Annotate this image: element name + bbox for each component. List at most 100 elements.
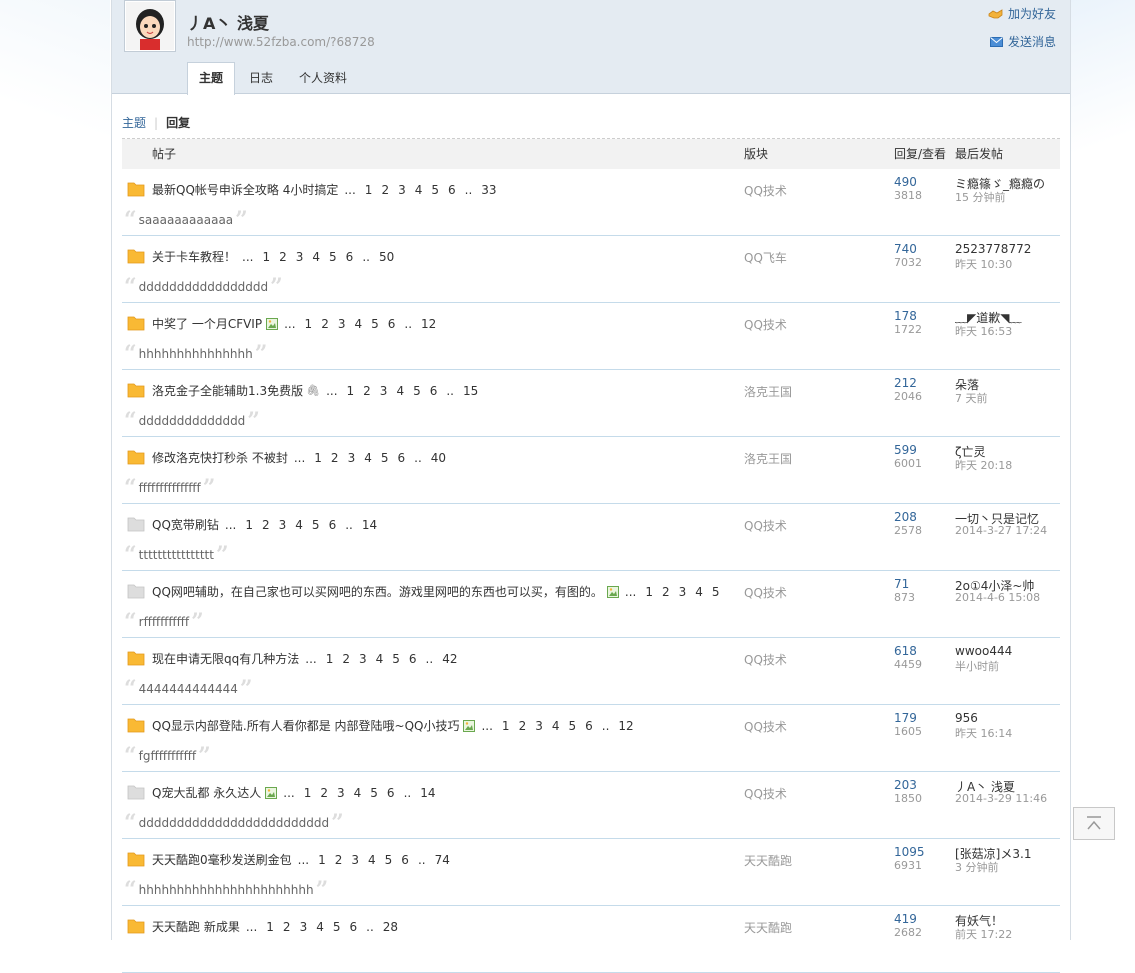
page-link[interactable]: 5 <box>312 518 320 532</box>
page-link[interactable]: 1 <box>266 920 274 934</box>
post-title-link[interactable]: QQ网吧辅助，在自己家也可以买网吧的东西。游戏里网吧的东西也可以买，有图的。 <box>152 583 603 600</box>
forum-link[interactable]: QQ技术 <box>744 718 787 735</box>
page-link[interactable]: 1 <box>318 853 326 867</box>
last-page-link[interactable]: 15 <box>463 384 478 398</box>
reply-quote-text[interactable]: hhhhhhhhhhhhhhhhhhhhhhh <box>139 883 314 897</box>
reply-quote-text[interactable]: dddddddddddddd <box>139 414 246 428</box>
reply-quote-text[interactable]: fgfffffffffff <box>139 749 196 763</box>
page-link[interactable]: 4 <box>364 451 372 465</box>
forum-link[interactable]: 天天酷跑 <box>744 852 792 869</box>
page-link[interactable]: 5 <box>381 451 389 465</box>
page-link[interactable]: 4 <box>354 317 362 331</box>
page-link[interactable]: 1 <box>326 652 334 666</box>
page-link[interactable]: 2 <box>283 920 291 934</box>
page-link[interactable]: 1 <box>645 585 653 599</box>
page-link[interactable]: 3 <box>337 786 345 800</box>
page-link[interactable]: 1 <box>262 250 270 264</box>
page-link[interactable]: 5 <box>370 786 378 800</box>
page-link[interactable]: 4 <box>312 250 320 264</box>
page-link[interactable]: 2 <box>321 317 329 331</box>
page-link[interactable]: 1 <box>304 786 312 800</box>
post-title-link[interactable]: QQ显示内部登陆.所有人看你都是 内部登陆哦~QQ小技巧 <box>152 717 459 734</box>
page-link[interactable]: 3 <box>279 518 287 532</box>
forum-link[interactable]: QQ技术 <box>744 651 787 668</box>
last-post-time[interactable]: 3 分钟前 <box>955 859 999 875</box>
forum-link[interactable]: 洛克王国 <box>744 383 792 400</box>
page-link[interactable]: 4 <box>376 652 384 666</box>
tab-topics[interactable]: 主题 <box>187 62 236 95</box>
reply-quote-text[interactable]: hhhhhhhhhhhhhhh <box>139 347 253 361</box>
page-link[interactable]: 1 <box>305 317 313 331</box>
last-post-time[interactable]: 2014-4-6 15:08 <box>955 591 1040 604</box>
page-link[interactable]: 3 <box>679 585 687 599</box>
last-poster-link[interactable]: 2523778772 <box>955 242 1031 256</box>
page-link[interactable]: 2 <box>363 384 371 398</box>
page-link[interactable]: 4 <box>552 719 560 733</box>
reply-count[interactable]: 212 <box>894 376 917 390</box>
post-title-link[interactable]: 洛克金子全能辅助1.3免费版 <box>152 382 303 399</box>
last-page-link[interactable]: 40 <box>431 451 446 465</box>
page-link[interactable]: 1 <box>502 719 510 733</box>
page-link[interactable]: 6 <box>401 853 409 867</box>
page-link[interactable]: 4 <box>396 384 404 398</box>
last-post-time[interactable]: 昨天 16:14 <box>955 725 1012 741</box>
page-link[interactable]: 6 <box>409 652 417 666</box>
last-poster-link[interactable]: 956 <box>955 711 978 725</box>
post-title-link[interactable]: 最新QQ帐号申诉全攻略 4小时搞定 <box>152 181 338 198</box>
page-link[interactable]: 3 <box>398 183 406 197</box>
page-link[interactable]: 2 <box>662 585 670 599</box>
page-link[interactable]: 2 <box>342 652 350 666</box>
last-page-link[interactable]: 42 <box>442 652 457 666</box>
page-link[interactable]: 4 <box>354 786 362 800</box>
post-title-link[interactable]: 中奖了 一个月CFVIP <box>152 315 262 332</box>
page-link[interactable]: 2 <box>320 786 328 800</box>
reply-count[interactable]: 203 <box>894 778 917 792</box>
page-link[interactable]: 5 <box>431 183 439 197</box>
forum-link[interactable]: QQ技术 <box>744 584 787 601</box>
last-post-time[interactable]: 半小时前 <box>955 658 999 674</box>
forum-link[interactable]: 洛克王国 <box>744 450 792 467</box>
subnav-topics-link[interactable]: 主题 <box>122 116 146 130</box>
post-title-link[interactable]: 关于卡车教程！ <box>152 248 236 265</box>
page-link[interactable]: 1 <box>365 183 373 197</box>
reply-quote-text[interactable]: saaaaaaaaaaaa <box>139 213 234 227</box>
reply-count[interactable]: 490 <box>894 175 917 189</box>
tab-profile[interactable]: 个人资料 <box>287 62 359 93</box>
reply-count[interactable]: 1095 <box>894 845 925 859</box>
page-link[interactable]: 4 <box>316 920 324 934</box>
page-link[interactable]: 3 <box>535 719 543 733</box>
reply-count[interactable]: 179 <box>894 711 917 725</box>
page-link[interactable]: 4 <box>415 183 423 197</box>
page-link[interactable]: 3 <box>380 384 388 398</box>
page-link[interactable]: 6 <box>397 451 405 465</box>
page-link[interactable]: 6 <box>388 317 396 331</box>
page-link[interactable]: 3 <box>359 652 367 666</box>
last-post-time[interactable]: 昨天 16:53 <box>955 323 1012 339</box>
page-link[interactable]: 4 <box>295 518 303 532</box>
post-title-link[interactable]: QQ宽带刷钻 <box>152 516 219 533</box>
post-title-link[interactable]: 天天酷跑0毫秒发送刷金包 <box>152 851 292 868</box>
forum-link[interactable]: QQ飞车 <box>744 249 787 266</box>
forum-link[interactable]: 天天酷跑 <box>744 919 792 936</box>
page-link[interactable]: 1 <box>245 518 253 532</box>
page-link[interactable]: 3 <box>338 317 346 331</box>
page-link[interactable]: 6 <box>346 250 354 264</box>
last-post-time[interactable]: 15 分钟前 <box>955 189 1006 205</box>
reply-count[interactable]: 208 <box>894 510 917 524</box>
last-page-link[interactable]: 12 <box>421 317 436 331</box>
page-link[interactable]: 2 <box>335 853 343 867</box>
page-link[interactable]: 1 <box>314 451 322 465</box>
page-link[interactable]: 6 <box>448 183 456 197</box>
last-page-link[interactable]: 74 <box>435 853 450 867</box>
page-link[interactable]: 5 <box>568 719 576 733</box>
reply-quote-text[interactable]: fffffffffffffff <box>139 481 201 495</box>
back-to-top-button[interactable] <box>1073 807 1115 840</box>
reply-quote-text[interactable]: rfffffffffff <box>139 615 190 629</box>
page-link[interactable]: 5 <box>371 317 379 331</box>
last-poster-link[interactable]: wwoo444 <box>955 644 1012 658</box>
page-link[interactable]: 2 <box>262 518 270 532</box>
page-link[interactable]: 5 <box>333 920 341 934</box>
add-friend-button[interactable]: 加为好友 <box>988 5 1056 22</box>
last-post-time[interactable]: 2014-3-27 17:24 <box>955 524 1047 537</box>
page-link[interactable]: 6 <box>349 920 357 934</box>
